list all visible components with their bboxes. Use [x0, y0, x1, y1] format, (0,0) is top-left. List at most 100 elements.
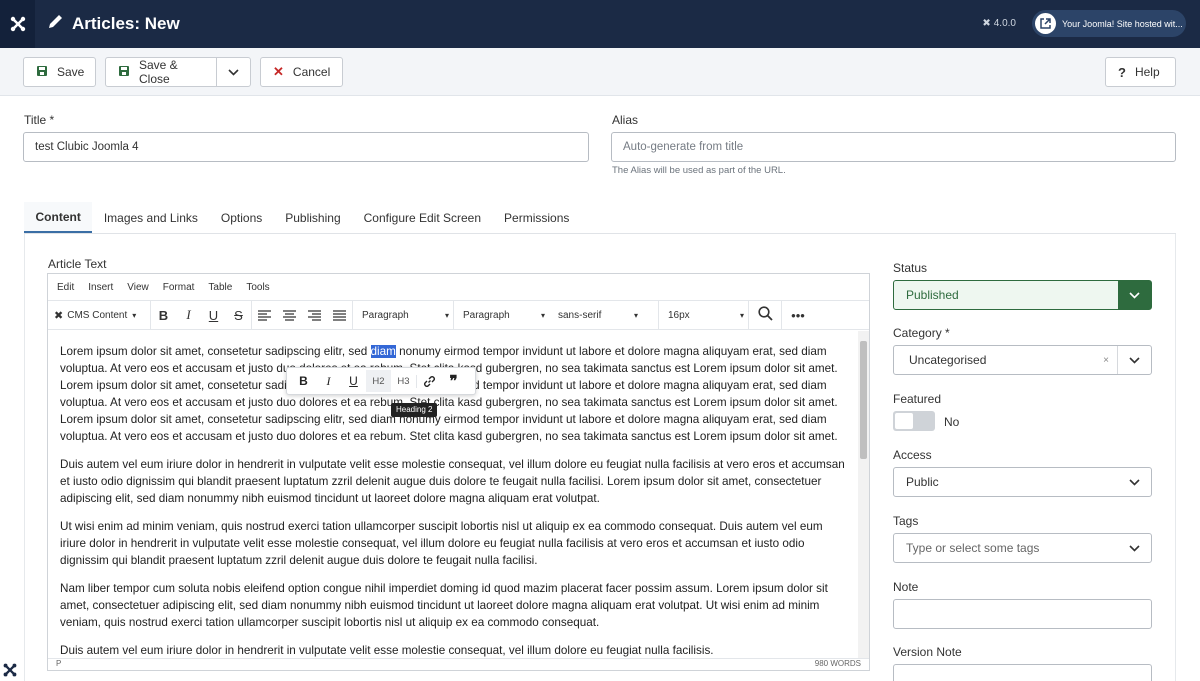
word-count: 980 WORDS [814, 659, 861, 668]
question-icon: ? [1118, 64, 1126, 80]
editor-scrollbar[interactable] [858, 331, 869, 659]
tab-options[interactable]: Options [209, 202, 273, 233]
note-label: Note [893, 580, 919, 594]
clear-icon[interactable]: × [1103, 355, 1109, 366]
alias-label: Alias [612, 113, 639, 127]
cancel-button[interactable]: ✕ Cancel [260, 57, 343, 87]
style-select-group: Paragraph ▾ sans-serif ▾ [454, 301, 659, 329]
tab-images-links[interactable]: Images and Links [92, 202, 209, 233]
app-header: Articles: New ✖ 4.0.0 Your Joomla! Site h… [0, 0, 1200, 48]
hosted-site-button[interactable]: Your Joomla! Site hosted wit... [1032, 10, 1186, 37]
block-format-select[interactable]: Paragraph ▾ [353, 301, 454, 329]
editor-menubar: Edit Insert View Format Table Tools [48, 274, 869, 301]
menu-tools[interactable]: Tools [246, 282, 269, 293]
paragraph-1-start: Lorem ipsum dolor sit amet, consetetur s… [60, 345, 371, 358]
joomla-logo-icon[interactable] [0, 0, 35, 48]
quick-format-toolbar: B I U H2 H3 ❞ [286, 367, 476, 395]
help-button[interactable]: ? Help [1105, 57, 1176, 87]
access-value: Public [906, 475, 939, 489]
rich-text-editor: Edit Insert View Format Table Tools ✖ CM… [47, 273, 870, 671]
joomla-small-icon: ✖ [982, 18, 991, 29]
font-size-value: 16px [668, 309, 690, 321]
chevron-down-icon [1117, 346, 1151, 374]
heading-3-button[interactable]: H3 [391, 376, 416, 387]
align-right-icon[interactable] [302, 309, 327, 321]
editor-statusbar: P 980 WORDS [48, 658, 869, 670]
menu-insert[interactable]: Insert [88, 282, 113, 293]
save-close-label: Save & Close [139, 58, 178, 86]
tags-label: Tags [893, 514, 919, 528]
chevron-down-icon [1117, 468, 1151, 496]
tab-configure-edit-screen[interactable]: Configure Edit Screen [352, 202, 492, 233]
version-note-input[interactable] [893, 664, 1152, 681]
featured-label: Featured [893, 392, 942, 406]
chevron-down-icon [228, 65, 239, 79]
tags-placeholder: Type or select some tags [906, 541, 1040, 555]
menu-view[interactable]: View [127, 282, 149, 293]
underline-icon[interactable]: U [341, 374, 366, 388]
save-close-button[interactable]: Save & Close [105, 57, 217, 87]
heading-2-button[interactable]: H2 [366, 370, 391, 392]
italic-icon[interactable]: I [316, 374, 341, 389]
selected-word: diam [370, 345, 396, 358]
bold-icon[interactable]: B [291, 374, 316, 388]
element-path[interactable]: P [56, 659, 61, 670]
version-note-label: Version Note [893, 645, 962, 659]
menu-table[interactable]: Table [208, 282, 232, 293]
save-icon [118, 65, 130, 80]
menu-format[interactable]: Format [163, 282, 195, 293]
status-select[interactable]: Published [893, 280, 1152, 310]
align-center-icon[interactable] [277, 309, 302, 321]
chevron-down-icon [1117, 534, 1151, 562]
paragraph-4: Nam liber tempor cum soluta nobis eleife… [60, 582, 828, 629]
title-value: test Clubic Joomla 4 [35, 141, 139, 153]
bold-icon[interactable]: B [151, 308, 176, 323]
save-dropdown-button[interactable] [216, 57, 251, 87]
font-family-value: sans-serif [558, 309, 602, 321]
format-group: B I U S [151, 301, 252, 329]
cms-content-dropdown[interactable]: ✖ CMS Content ▾ [48, 301, 151, 329]
save-button[interactable]: Save [23, 57, 96, 87]
link-icon[interactable] [416, 374, 441, 388]
blockquote-icon[interactable]: ❞ [441, 372, 466, 390]
access-select[interactable]: Public [893, 467, 1152, 497]
paragraph-3: Ut wisi enim ad minim veniam, quis nostr… [60, 520, 823, 567]
title-input[interactable]: test Clubic Joomla 4 [23, 132, 589, 162]
alias-input[interactable]: Auto-generate from title [611, 132, 1176, 162]
alias-placeholder: Auto-generate from title [623, 141, 744, 153]
menu-edit[interactable]: Edit [57, 282, 74, 293]
editor-toolbar: ✖ CMS Content ▾ B I U S Paragraph ▾ Parag… [48, 301, 869, 330]
align-left-icon[interactable] [252, 309, 277, 321]
heading-tooltip: Heading 2 [391, 403, 438, 417]
paragraph-style-select[interactable]: Paragraph ▾ [454, 301, 549, 329]
tab-permissions[interactable]: Permissions [493, 202, 581, 233]
pencil-icon [47, 13, 64, 35]
featured-toggle[interactable] [893, 411, 935, 431]
strikethrough-icon[interactable]: S [226, 308, 251, 323]
tab-publishing[interactable]: Publishing [274, 202, 352, 233]
font-family-select[interactable]: sans-serif ▾ [549, 301, 642, 329]
help-label: Help [1134, 65, 1160, 79]
paragraph-style-value: Paragraph [463, 309, 510, 321]
italic-icon[interactable]: I [176, 307, 201, 323]
align-justify-icon[interactable] [327, 309, 352, 321]
chevron-down-icon: ▾ [540, 310, 545, 320]
search-replace-button[interactable] [749, 301, 782, 329]
toggle-knob [895, 413, 913, 429]
article-text-label: Article Text [48, 257, 107, 271]
version-text: 4.0.0 [993, 18, 1016, 29]
access-label: Access [893, 448, 932, 462]
tags-select[interactable]: Type or select some tags [893, 533, 1152, 563]
title-label: Title * [24, 113, 55, 127]
scrollbar-thumb[interactable] [860, 341, 867, 459]
font-size-select[interactable]: 16px ▾ [659, 301, 749, 329]
alias-help-text: The Alias will be used as part of the UR… [612, 165, 786, 176]
joomla-footer-icon[interactable] [2, 662, 20, 680]
category-select[interactable]: Uncategorised × [893, 345, 1152, 375]
underline-icon[interactable]: U [201, 308, 226, 323]
align-group [252, 301, 353, 329]
tab-content[interactable]: Content [24, 202, 93, 233]
note-input[interactable] [893, 599, 1152, 629]
featured-value: No [944, 415, 960, 429]
more-options-icon[interactable]: ••• [782, 308, 814, 323]
